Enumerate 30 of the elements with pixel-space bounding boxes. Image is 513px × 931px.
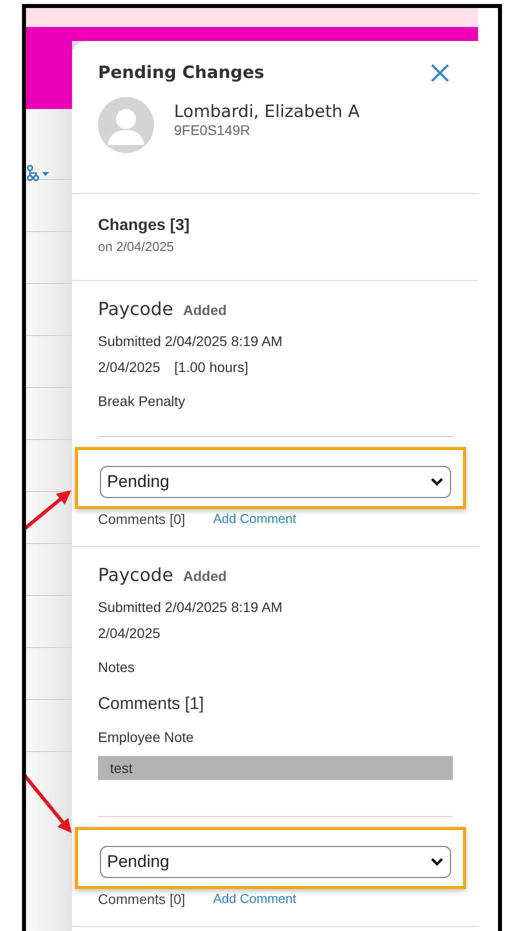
- changes-date: on 2/04/2025: [98, 239, 175, 254]
- comments-title: Comments [1]: [98, 694, 205, 714]
- change-action: Added: [183, 302, 227, 318]
- change-action: Added: [183, 568, 227, 584]
- note-text: test: [98, 756, 453, 780]
- submitted-text: Submitted 2/04/2025 8:19 AM: [98, 598, 284, 617]
- comments-count: Comments [0]: [98, 891, 186, 907]
- changes-title: Changes [3]: [98, 217, 191, 235]
- change-type: Paycode: [98, 565, 174, 586]
- employee-id: 9FE0S149R: [174, 122, 252, 138]
- change-type: Paycode: [98, 299, 174, 320]
- status-dropdown[interactable]: Pending: [100, 846, 451, 878]
- comments-count: Comments [0]: [98, 511, 186, 527]
- status-dropdown[interactable]: Pending: [100, 466, 451, 498]
- change-hours: [1.00 hours]: [174, 358, 248, 377]
- close-icon[interactable]: [430, 63, 450, 83]
- change-detail: Notes: [98, 658, 136, 677]
- change-date: 2/04/2025: [98, 358, 160, 377]
- change-date: 2/04/2025: [98, 624, 160, 643]
- submitted-text: Submitted 2/04/2025 8:19 AM: [98, 332, 284, 351]
- chevron-icon: [430, 857, 444, 867]
- avatar-icon: [98, 97, 154, 153]
- chevron-icon: [430, 477, 444, 487]
- note-label: Employee Note: [98, 728, 195, 747]
- add-comment-link[interactable]: Add Comment: [213, 891, 296, 907]
- add-comment-link[interactable]: Add Comment: [213, 511, 296, 527]
- change-detail: Break Penalty: [98, 392, 186, 411]
- hierarchy-icon[interactable]: [26, 165, 50, 181]
- panel-title: Pending Changes: [98, 63, 264, 83]
- employee-name: Lombardi, Elizabeth A: [174, 102, 360, 122]
